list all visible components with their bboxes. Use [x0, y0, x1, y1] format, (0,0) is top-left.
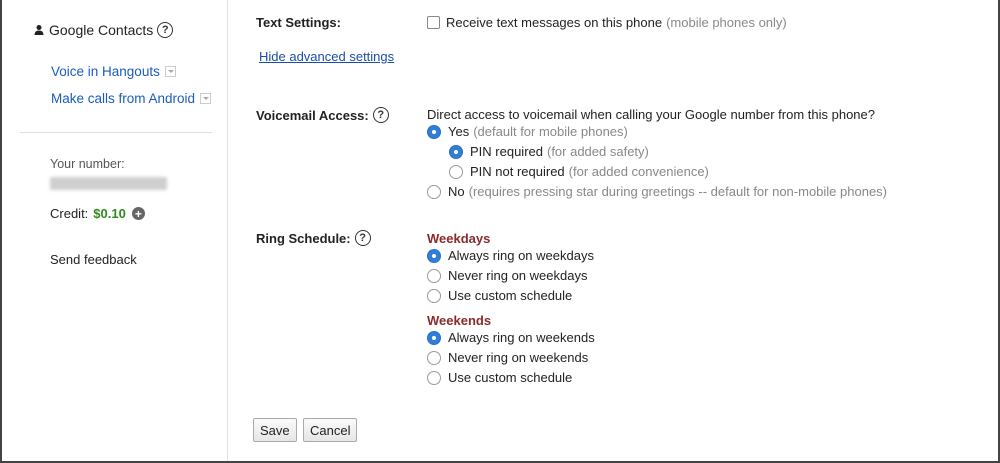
help-icon[interactable]: ? — [372, 107, 389, 123]
help-icon[interactable]: ? — [157, 22, 174, 38]
weekdays-always-label: Always ring on weekdays — [448, 248, 594, 263]
make-calls-from-android-label: Make calls from Android — [51, 91, 196, 106]
chevron-down-icon[interactable] — [164, 66, 176, 77]
voicemail-access-text: Voicemail Access: — [256, 107, 369, 123]
ring-schedule-text: Ring Schedule: — [256, 230, 351, 246]
weekends-never-option[interactable]: Never ring on weekends — [427, 350, 588, 365]
sidebar: Google Contacts ? Voice in Hangouts Make… — [2, 0, 228, 461]
weekends-heading: Weekends — [427, 313, 492, 328]
send-feedback-link[interactable]: Send feedback — [50, 252, 137, 267]
weekends-always-option[interactable]: Always ring on weekends — [427, 330, 595, 345]
voicemail-yes-radio[interactable] — [427, 124, 441, 139]
credit-label: Credit: — [50, 206, 89, 221]
voicemail-yes-label: Yes — [448, 124, 470, 139]
weekends-custom-label: Use custom schedule — [448, 370, 573, 385]
ring-schedule-label: Ring Schedule: ? — [256, 230, 371, 246]
pin-not-required-hint: (for added convenience) — [568, 164, 709, 179]
pin-required-label: PIN required — [470, 144, 543, 159]
weekdays-always-radio[interactable] — [427, 248, 441, 263]
chevron-down-icon[interactable] — [200, 93, 212, 104]
voice-in-hangouts-link[interactable]: Voice in Hangouts — [51, 64, 176, 79]
save-button[interactable]: Save — [253, 418, 297, 442]
phone-number-redacted — [50, 177, 167, 190]
pin-required-radio[interactable] — [449, 144, 463, 159]
pin-not-required-option[interactable]: PIN not required (for added convenience) — [449, 164, 709, 179]
voicemail-yes-hint: (default for mobile phones) — [473, 124, 628, 139]
person-icon — [34, 25, 44, 35]
weekends-custom-option[interactable]: Use custom schedule — [427, 370, 572, 385]
receive-texts-label: Receive text messages on this phone — [446, 15, 663, 30]
weekdays-custom-radio[interactable] — [427, 288, 441, 303]
weekends-custom-radio[interactable] — [427, 370, 441, 385]
weekdays-custom-option[interactable]: Use custom schedule — [427, 288, 572, 303]
voicemail-no-label: No — [448, 184, 465, 199]
voice-in-hangouts-label: Voice in Hangouts — [51, 64, 160, 79]
google-contacts-label: Google Contacts — [49, 22, 154, 38]
weekends-never-label: Never ring on weekends — [448, 350, 589, 365]
settings-panel: Text Settings: Receive text messages on … — [229, 0, 998, 461]
voicemail-no-option[interactable]: No (requires pressing star during greeti… — [427, 184, 887, 199]
credit-value: $0.10 — [93, 206, 126, 221]
voicemail-access-label: Voicemail Access: ? — [256, 107, 389, 123]
voicemail-no-hint: (requires pressing star during greetings… — [468, 184, 888, 199]
weekends-always-radio[interactable] — [427, 330, 441, 345]
voicemail-question: Direct access to voicemail when calling … — [427, 107, 875, 122]
voicemail-no-radio[interactable] — [427, 184, 441, 199]
weekends-always-label: Always ring on weekends — [448, 330, 595, 345]
your-number-label: Your number: — [50, 157, 125, 171]
weekends-never-radio[interactable] — [427, 350, 441, 365]
pin-not-required-radio[interactable] — [449, 164, 463, 179]
pin-not-required-label: PIN not required — [470, 164, 565, 179]
voicemail-yes-option[interactable]: Yes (default for mobile phones) — [427, 124, 628, 139]
pin-required-option[interactable]: PIN required (for added safety) — [449, 144, 649, 159]
weekdays-never-label: Never ring on weekdays — [448, 268, 588, 283]
help-icon[interactable]: ? — [354, 230, 371, 246]
receive-texts-checkbox[interactable] — [427, 16, 440, 29]
receive-texts-hint: (mobile phones only) — [666, 15, 787, 30]
text-settings-label: Text Settings: — [256, 15, 341, 30]
receive-texts-option[interactable]: Receive text messages on this phone (mob… — [427, 15, 787, 30]
hide-advanced-settings-link[interactable]: Hide advanced settings — [259, 49, 394, 64]
weekdays-always-option[interactable]: Always ring on weekdays — [427, 248, 594, 263]
google-contacts[interactable]: Google Contacts ? — [32, 22, 174, 38]
weekdays-never-radio[interactable] — [427, 268, 441, 283]
make-calls-from-android-link[interactable]: Make calls from Android — [51, 91, 212, 106]
weekdays-heading: Weekdays — [427, 231, 491, 246]
cancel-button[interactable]: Cancel — [303, 418, 358, 442]
add-credit-icon[interactable]: + — [131, 207, 145, 220]
weekdays-never-option[interactable]: Never ring on weekdays — [427, 268, 587, 283]
sidebar-divider — [20, 132, 212, 133]
weekdays-custom-label: Use custom schedule — [448, 288, 573, 303]
pin-required-hint: (for added safety) — [546, 144, 649, 159]
credit-row: Credit: $0.10 + — [50, 206, 145, 221]
